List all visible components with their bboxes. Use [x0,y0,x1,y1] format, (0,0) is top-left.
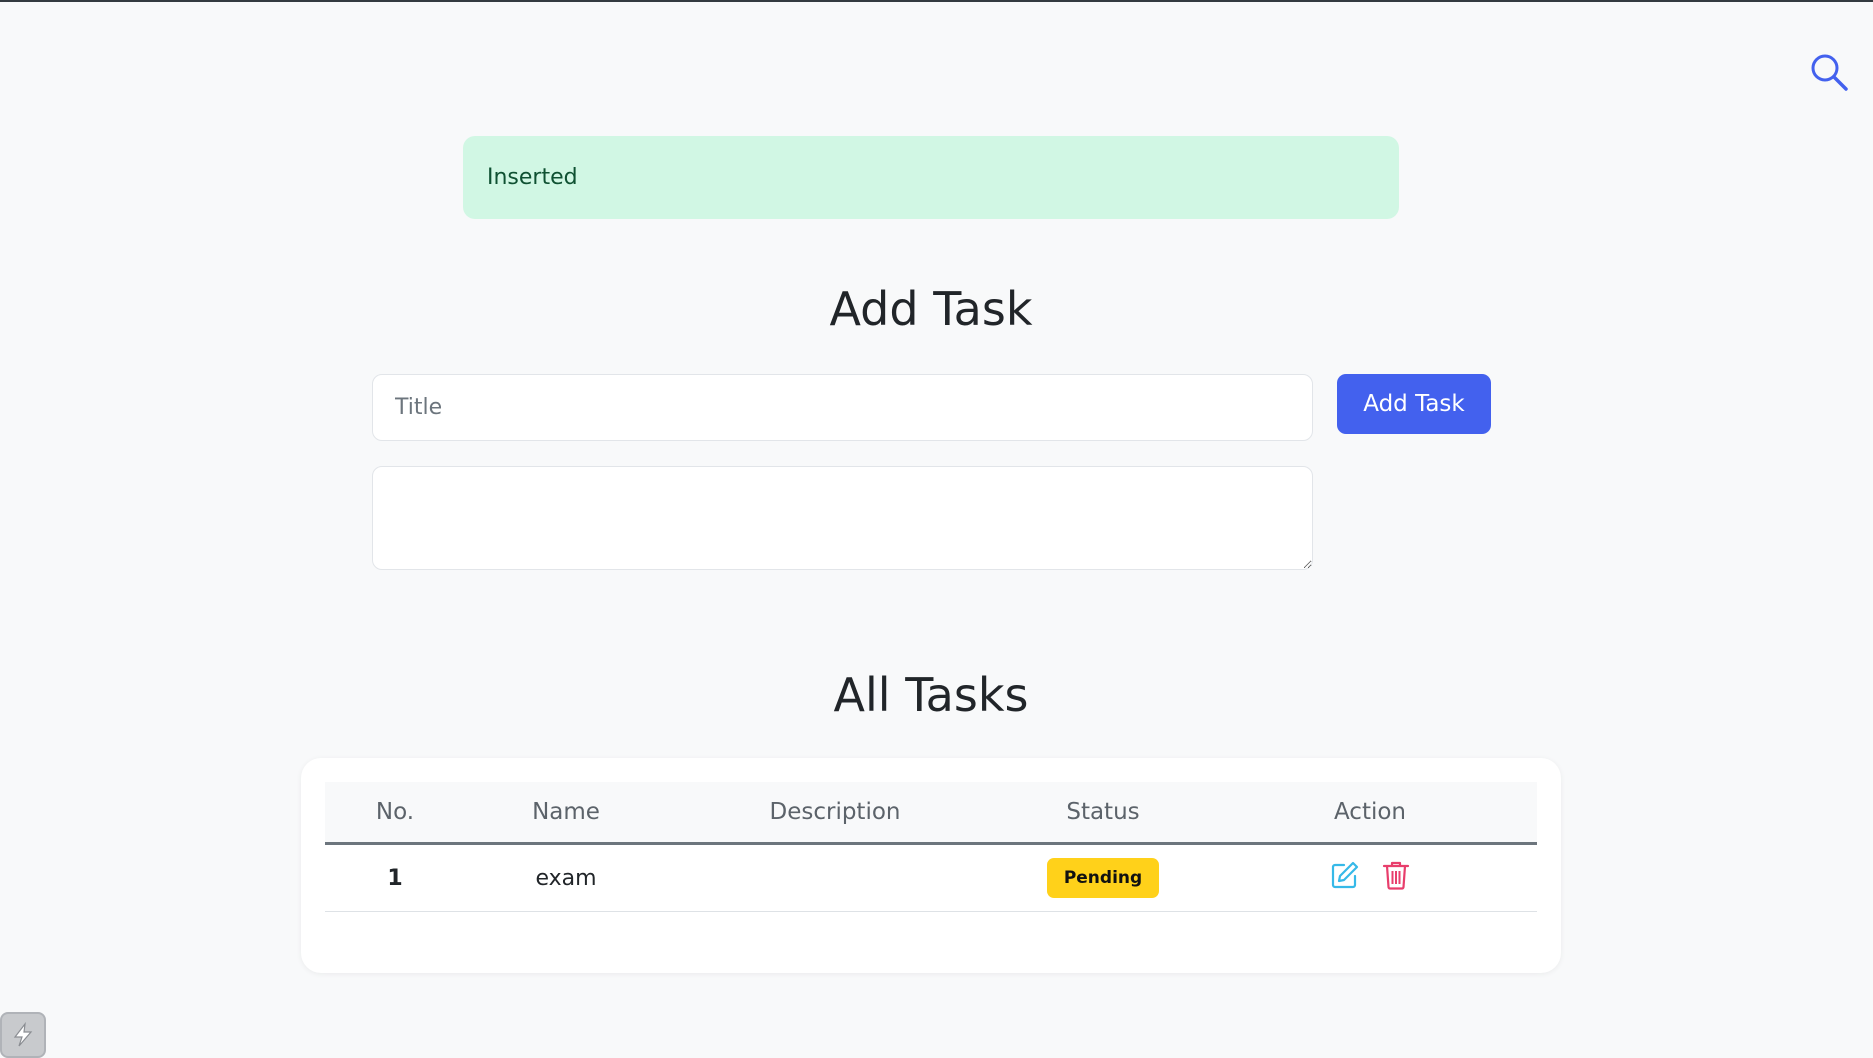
tasks-card: No. Name Description Status Action 1 exa… [301,758,1561,973]
table-row: 1 exam Pending [325,843,1537,912]
search-icon [1811,54,1848,91]
success-alert: Inserted [463,136,1399,219]
trash-icon [1382,861,1410,890]
tasks-table: No. Name Description Status Action 1 exa… [325,782,1537,912]
task-actions-cell [1203,843,1537,912]
title-input[interactable] [372,374,1313,441]
delete-button[interactable] [1382,860,1410,890]
task-name: exam [465,843,667,912]
task-number: 1 [325,843,465,912]
lightning-icon [13,1022,33,1047]
column-header-no: No. [325,782,465,845]
table-header-row: No. Name Description Status Action [325,782,1537,845]
floating-widget-button[interactable] [0,1012,46,1058]
column-header-name: Name [465,782,667,845]
alert-message: Inserted [487,165,578,190]
edit-button[interactable] [1330,860,1360,890]
task-description [667,843,1003,912]
add-task-heading: Add Task [829,282,1033,336]
column-header-status: Status [1003,782,1203,845]
add-task-button[interactable]: Add Task [1337,374,1491,434]
column-header-action: Action [1203,782,1537,845]
status-badge: Pending [1046,858,1160,898]
edit-icon [1331,861,1359,889]
search-button[interactable] [1807,50,1851,94]
all-tasks-heading: All Tasks [833,668,1029,722]
column-header-description: Description [667,782,1003,845]
task-status-cell: Pending [1003,843,1203,912]
description-textarea[interactable] [372,466,1313,570]
